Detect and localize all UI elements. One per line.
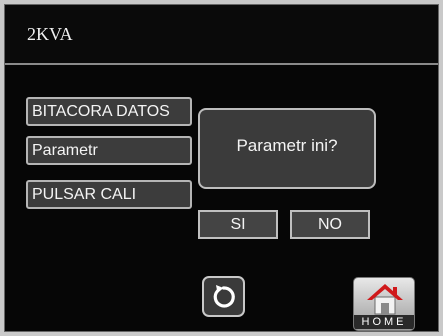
menu-button-bitacora-datos[interactable]: BITACORA DATOS bbox=[26, 97, 192, 126]
confirm-dialog: Parametr ini? bbox=[198, 108, 376, 189]
no-button[interactable]: NO bbox=[290, 210, 370, 239]
menu-button-pulsar-cali[interactable]: PULSAR CALI bbox=[26, 180, 192, 209]
yes-button[interactable]: SI bbox=[198, 210, 278, 239]
screen-frame: 2KVA BITACORA DATOS Parametr PULSAR CALI… bbox=[4, 4, 439, 332]
menu-button-parametr[interactable]: Parametr bbox=[26, 136, 192, 165]
home-icon bbox=[367, 284, 403, 315]
home-button[interactable]: HOME bbox=[353, 277, 415, 331]
refresh-icon bbox=[213, 285, 235, 308]
header-bar: 2KVA bbox=[5, 5, 438, 65]
home-label: HOME bbox=[354, 315, 414, 329]
dialog-message: Parametr ini? bbox=[236, 136, 338, 155]
refresh-button[interactable] bbox=[202, 276, 245, 317]
device-title: 2KVA bbox=[27, 24, 73, 44]
